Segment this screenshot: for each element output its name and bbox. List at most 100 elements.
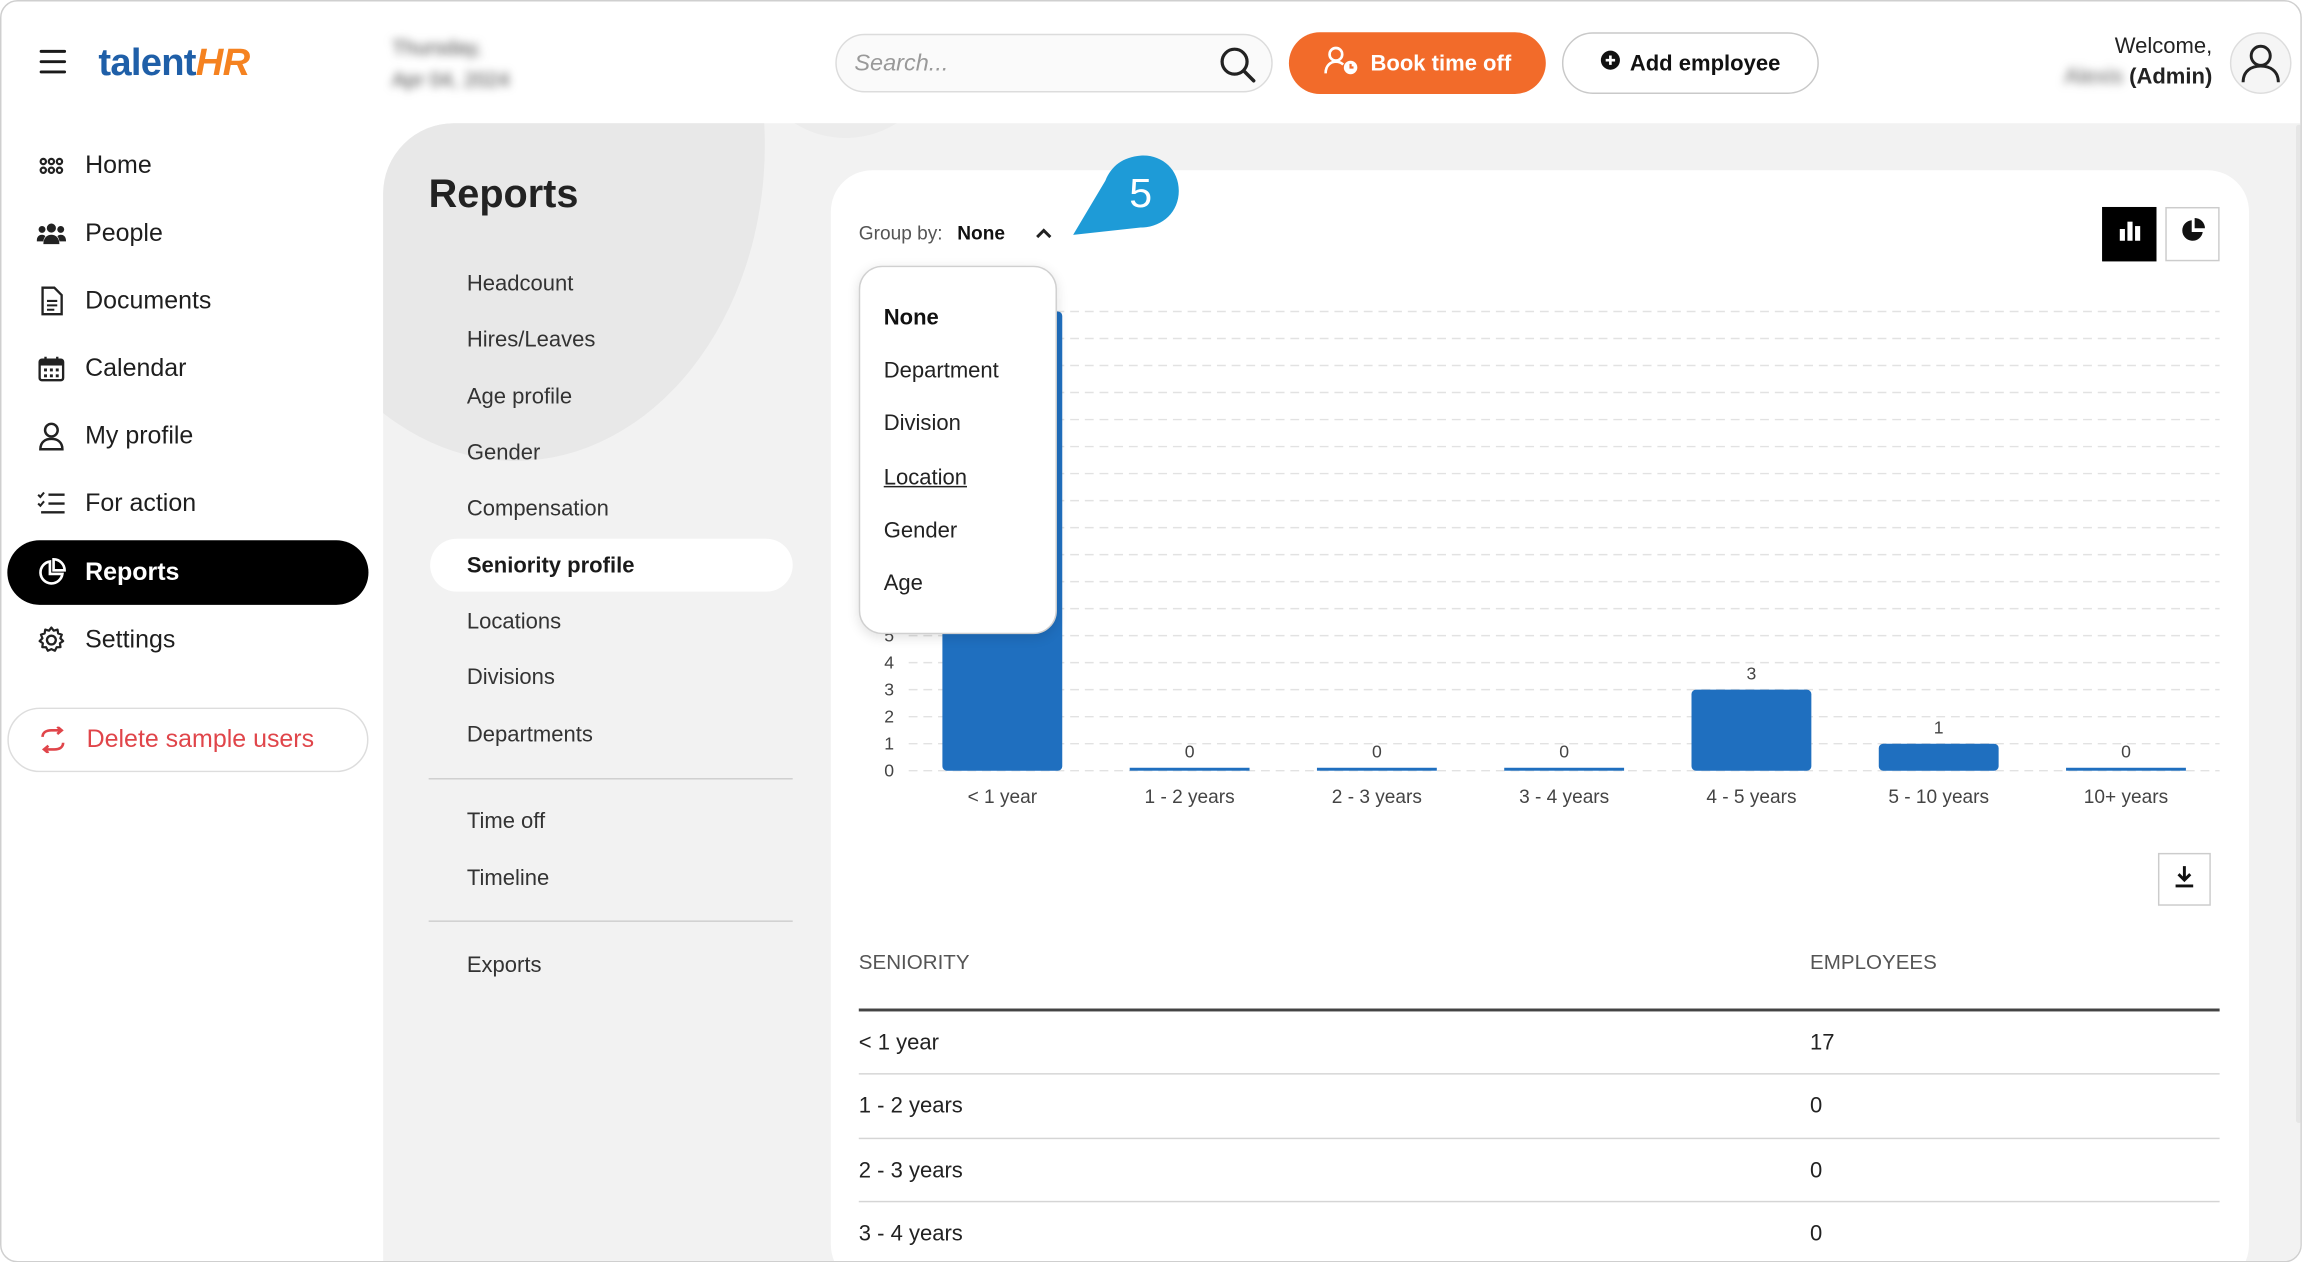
group-by-label: Group by: xyxy=(858,221,943,244)
sidebar-item-label: Settings xyxy=(85,625,176,654)
row-divider xyxy=(858,1200,2220,1203)
sidebar-item-reports[interactable]: Reports xyxy=(7,540,369,605)
report-item-exports[interactable]: Exports xyxy=(430,938,793,991)
dropdown-option-age[interactable]: Age xyxy=(884,571,923,596)
seniority-cell: 3 - 4 years xyxy=(858,1221,963,1247)
dropdown-option-department[interactable]: Department xyxy=(884,358,999,383)
download-button[interactable] xyxy=(2157,852,2211,906)
y-tick-label: 0 xyxy=(884,761,894,781)
report-item-divisions[interactable]: Divisions xyxy=(430,650,793,703)
scrollbar[interactable] xyxy=(2295,124,2301,1124)
download-icon xyxy=(2173,864,2196,895)
search-box[interactable] xyxy=(835,33,1273,93)
row-divider xyxy=(858,1137,2220,1140)
logo: talentHR xyxy=(98,39,250,84)
pie-chart-icon xyxy=(37,557,66,587)
sidebar-item-settings[interactable]: Settings xyxy=(7,608,368,673)
add-employee-label: Add employee xyxy=(1629,50,1781,76)
search-icon[interactable] xyxy=(1218,46,1256,92)
report-item-seniority-profile[interactable]: Seniority profile xyxy=(430,538,793,592)
calendar-icon xyxy=(37,354,66,383)
report-item-timeline[interactable]: Timeline xyxy=(430,851,793,904)
report-item-compensation[interactable]: Compensation xyxy=(430,482,793,535)
bar-chart-toggle[interactable] xyxy=(2102,206,2157,262)
bar[interactable] xyxy=(1129,767,1250,771)
bar[interactable] xyxy=(1878,743,1999,771)
pie-chart-toggle[interactable] xyxy=(2165,206,2220,262)
x-tick-label: 3 - 4 years xyxy=(1519,787,1609,808)
column-header-employees[interactable]: Employees xyxy=(1810,950,1937,973)
group-by-select[interactable]: Group by: None xyxy=(859,222,1052,244)
y-tick-label: 3 xyxy=(884,680,894,700)
data-label: 0 xyxy=(1372,741,1382,761)
row-divider xyxy=(858,1073,2220,1075)
dropdown-option-location[interactable]: Location xyxy=(884,465,967,490)
sidebar-item-label: Home xyxy=(85,151,152,180)
dropdown-option-gender[interactable]: Gender xyxy=(884,518,957,543)
step-number: 5 xyxy=(1129,170,1152,216)
plus-circle-icon xyxy=(1600,50,1621,76)
data-label: 0 xyxy=(2121,741,2131,761)
sidebar-item-documents[interactable]: Documents xyxy=(7,269,368,334)
book-time-off-button[interactable]: Book time off xyxy=(1288,32,1546,94)
grid-icon xyxy=(37,151,66,180)
user-icon xyxy=(37,421,66,451)
employees-cell: 0 xyxy=(1810,1093,1823,1119)
divider xyxy=(428,920,793,922)
menu-icon[interactable] xyxy=(39,49,67,74)
report-item-hires-leaves[interactable]: Hires/Leaves xyxy=(430,313,793,366)
sidebar-item-label: People xyxy=(85,218,163,247)
seniority-cell: < 1 year xyxy=(858,1030,939,1056)
seniority-cell: 1 - 2 years xyxy=(858,1093,963,1119)
search-input[interactable] xyxy=(854,46,1207,83)
x-tick-label: 10+ years xyxy=(2084,787,2168,808)
report-item-age-profile[interactable]: Age profile xyxy=(430,370,793,423)
checklist-icon xyxy=(37,489,66,518)
table-header-divider xyxy=(858,1008,2220,1012)
divider xyxy=(428,778,793,780)
x-tick-label: 1 - 2 years xyxy=(1145,787,1235,808)
sidebar-item-for-action[interactable]: For action xyxy=(7,471,368,536)
sidebar-item-people[interactable]: People xyxy=(7,201,368,266)
sidebar-item-my-profile[interactable]: My profile xyxy=(7,404,368,469)
data-label: 3 xyxy=(1747,663,1757,683)
seniority-bar-chart: 012345< 1 year01 - 2 years02 - 3 years03… xyxy=(884,310,2220,808)
x-tick-label: < 1 year xyxy=(968,787,1038,808)
report-item-headcount[interactable]: Headcount xyxy=(430,257,793,310)
pie-chart-icon xyxy=(2179,217,2205,251)
dropdown-option-none[interactable]: None xyxy=(884,305,939,330)
report-item-locations[interactable]: Locations xyxy=(430,595,793,648)
employees-cell: 0 xyxy=(1810,1158,1823,1184)
report-item-departments[interactable]: Departments xyxy=(430,708,793,761)
y-tick-label: 4 xyxy=(884,653,894,673)
sidebar-item-label: Calendar xyxy=(85,353,187,382)
add-employee-button[interactable]: Add employee xyxy=(1561,32,1819,94)
report-item-gender[interactable]: Gender xyxy=(430,426,793,479)
sidebar-item-label: Reports xyxy=(85,557,180,586)
chevron-up-icon xyxy=(1034,222,1052,244)
dropdown-option-division[interactable]: Division xyxy=(884,411,961,436)
delete-sample-users-button[interactable]: Delete sample users xyxy=(7,707,369,773)
y-tick-label: 2 xyxy=(884,707,894,727)
step-callout: 5 xyxy=(1073,154,1182,244)
y-tick-label: 1 xyxy=(884,734,894,754)
delete-sample-users-label: Delete sample users xyxy=(86,725,315,754)
bar[interactable] xyxy=(1316,767,1437,771)
document-icon xyxy=(37,286,66,316)
sidebar-item-home[interactable]: Home xyxy=(7,134,368,199)
welcome-text: Welcome, Alexis (Admin) xyxy=(2064,33,2213,90)
sidebar-item-label: My profile xyxy=(85,421,194,450)
gear-icon xyxy=(37,625,66,654)
refresh-icon xyxy=(38,726,67,754)
bar[interactable] xyxy=(2066,767,2186,771)
column-header-seniority[interactable]: Seniority xyxy=(859,950,970,973)
bar[interactable] xyxy=(1691,689,1812,771)
report-item-time-off[interactable]: Time off xyxy=(430,794,793,847)
data-label: 1 xyxy=(1934,717,1944,737)
employees-cell: 17 xyxy=(1810,1030,1835,1056)
sidebar-item-calendar[interactable]: Calendar xyxy=(7,336,368,401)
x-tick-label: 2 - 3 years xyxy=(1332,787,1422,808)
avatar[interactable] xyxy=(2229,32,2292,94)
bar[interactable] xyxy=(1504,767,1625,771)
book-time-off-label: Book time off xyxy=(1370,50,1512,76)
